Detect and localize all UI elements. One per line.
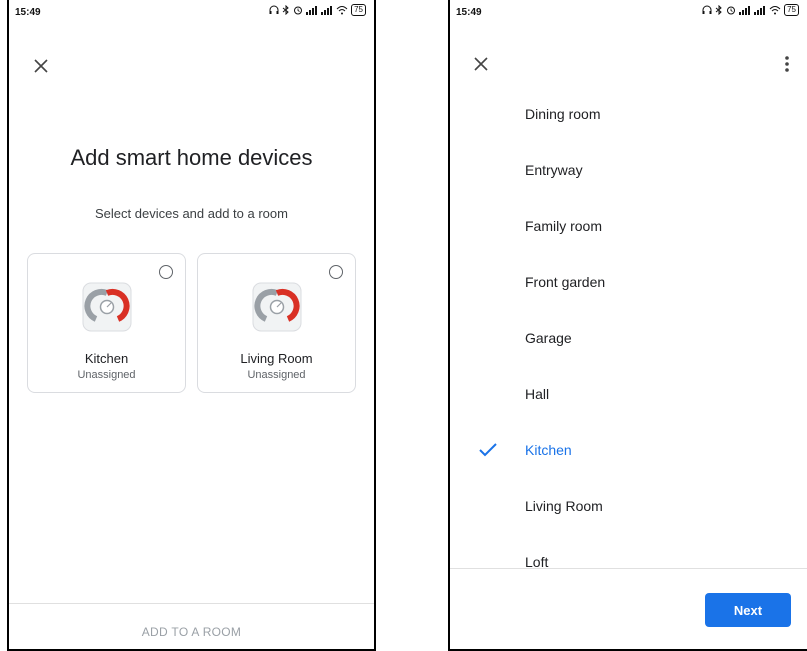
radio-unchecked-icon[interactable] bbox=[159, 265, 173, 279]
room-picker-screen: 15:49 75 Dining room Entryway Family roo… bbox=[448, 0, 807, 651]
next-button[interactable]: Next bbox=[705, 593, 791, 627]
radio-unchecked-icon[interactable] bbox=[329, 265, 343, 279]
thermostat-icon bbox=[82, 282, 131, 332]
device-name: Living Room bbox=[240, 351, 313, 366]
status-icons: 75 bbox=[702, 4, 799, 16]
room-label: Family room bbox=[525, 218, 603, 234]
alarm-icon bbox=[727, 6, 736, 15]
room-item-loft[interactable]: Loft bbox=[450, 534, 807, 572]
room-item-entryway[interactable]: Entryway bbox=[450, 142, 807, 198]
device-card-kitchen[interactable]: Kitchen Unassigned bbox=[27, 253, 186, 393]
status-icons: 75 bbox=[269, 4, 366, 16]
page-title: Add smart home devices bbox=[70, 145, 313, 170]
check-icon bbox=[479, 443, 497, 457]
signal-icon bbox=[739, 6, 751, 15]
add-to-room-button[interactable]: ADD TO A ROOM bbox=[9, 625, 374, 639]
room-label: Front garden bbox=[525, 274, 606, 290]
more-vert-icon bbox=[785, 56, 789, 72]
room-item-kitchen[interactable]: Kitchen bbox=[450, 422, 807, 478]
close-button[interactable] bbox=[29, 54, 53, 78]
room-item-living-room[interactable]: Living Room bbox=[450, 478, 807, 534]
headphones-icon bbox=[702, 5, 712, 14]
alarm-icon bbox=[294, 6, 303, 15]
signal-icon-2 bbox=[321, 6, 333, 15]
battery-icon: 75 bbox=[784, 4, 799, 16]
room-item-family-room[interactable]: Family room bbox=[450, 198, 807, 254]
device-status: Unassigned bbox=[247, 369, 306, 381]
more-options-button[interactable] bbox=[775, 52, 799, 76]
room-label: Kitchen bbox=[525, 442, 572, 458]
room-item-front-garden[interactable]: Front garden bbox=[450, 254, 807, 310]
status-bar: 15:49 75 bbox=[450, 0, 807, 22]
bluetooth-icon bbox=[715, 5, 722, 15]
wifi-icon bbox=[769, 6, 781, 15]
bottom-bar: ADD TO A ROOM bbox=[9, 603, 374, 649]
room-label: Entryway bbox=[525, 162, 583, 178]
add-devices-screen: 15:49 75 Add smart home devices Select d… bbox=[7, 0, 376, 651]
wifi-icon bbox=[336, 6, 348, 15]
page-subtitle: Select devices and add to a room bbox=[95, 206, 288, 221]
status-time: 15:49 bbox=[15, 7, 41, 18]
status-bar: 15:49 75 bbox=[9, 0, 374, 22]
room-label: Dining room bbox=[525, 106, 601, 122]
room-label: Garage bbox=[525, 330, 572, 346]
room-list[interactable]: Dining room Entryway Family room Front g… bbox=[450, 86, 807, 572]
signal-icon-2 bbox=[754, 6, 766, 15]
device-status: Unassigned bbox=[77, 369, 136, 381]
close-button[interactable] bbox=[469, 52, 493, 76]
bluetooth-icon bbox=[282, 5, 289, 15]
room-label: Hall bbox=[525, 386, 550, 402]
thermostat-icon bbox=[252, 282, 301, 332]
headphones-icon bbox=[269, 5, 279, 14]
status-time: 15:49 bbox=[456, 7, 482, 18]
device-card-living-room[interactable]: Living Room Unassigned bbox=[197, 253, 356, 393]
room-label: Living Room bbox=[525, 498, 603, 514]
bottom-bar: Next bbox=[450, 568, 807, 649]
room-item-hall[interactable]: Hall bbox=[450, 366, 807, 422]
signal-icon bbox=[306, 6, 318, 15]
battery-icon: 75 bbox=[351, 4, 366, 16]
close-icon bbox=[474, 57, 488, 71]
room-item-dining-room[interactable]: Dining room bbox=[450, 86, 807, 142]
room-item-garage[interactable]: Garage bbox=[450, 310, 807, 366]
close-icon bbox=[34, 59, 48, 73]
device-name: Kitchen bbox=[84, 351, 129, 366]
